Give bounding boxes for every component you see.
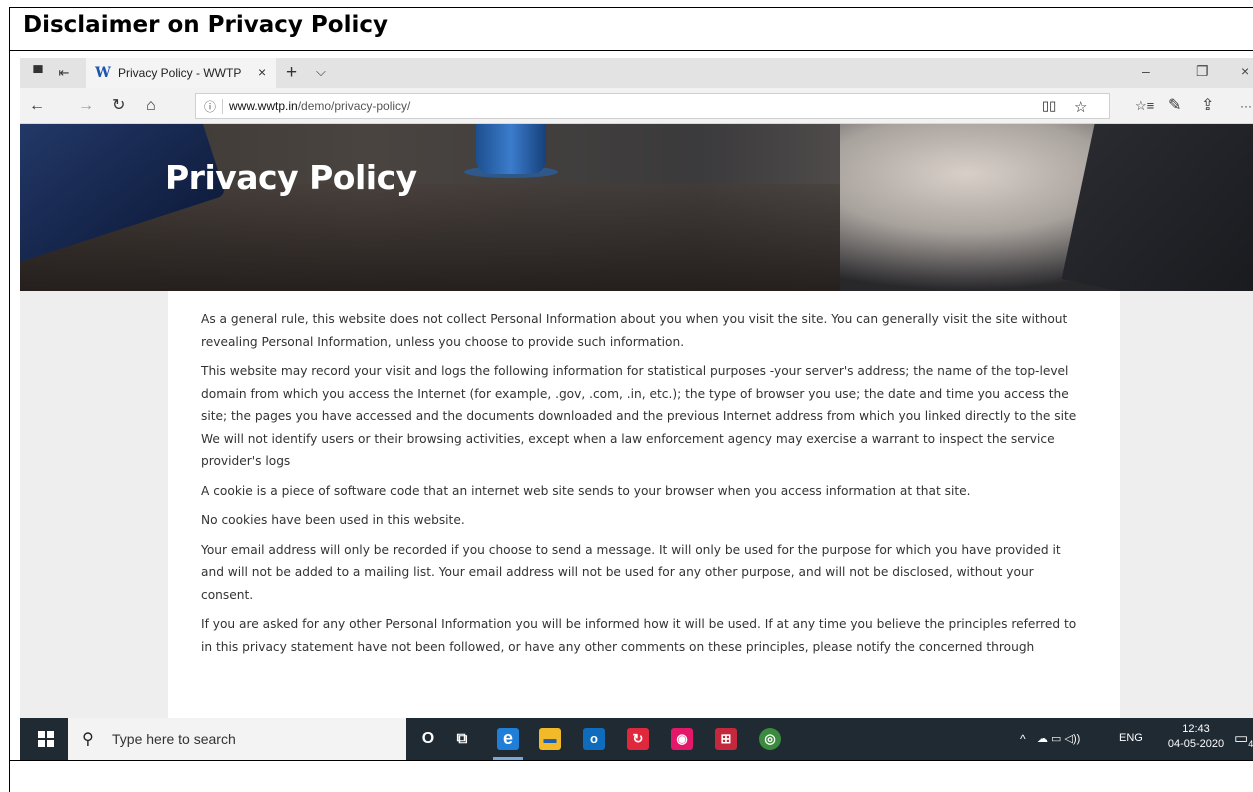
clock-time: 12:43 — [1182, 723, 1210, 735]
address-separator — [222, 99, 223, 114]
tab-title: Privacy Policy - WWTP — [118, 66, 242, 80]
favorite-star-icon[interactable]: ☆ — [1074, 98, 1087, 116]
close-window-button[interactable]: × — [1241, 63, 1249, 79]
file-explorer-icon[interactable]: ▬ — [539, 728, 561, 750]
edge-icon[interactable]: e — [497, 728, 519, 750]
wwtp-favicon-icon: W — [95, 65, 111, 81]
policy-paragraph: We will not identify users or their brow… — [201, 431, 1055, 469]
policy-content: As a general rule, this website does not… — [168, 291, 1120, 718]
tray-status-icons[interactable]: ☁ ▭ ◁)) — [1037, 732, 1080, 745]
reading-view-icon[interactable]: ▯▯ — [1042, 98, 1056, 114]
browser-tab[interactable]: W Privacy Policy - WWTP × — [86, 58, 276, 88]
site-info-icon[interactable]: ⓘ — [204, 98, 216, 115]
document-divider — [9, 50, 1253, 51]
hero-banner: Privacy Policy — [20, 124, 1253, 291]
notification-count: 4 — [1248, 739, 1253, 749]
red-app-icon[interactable]: ⊞ — [715, 728, 737, 750]
set-aside-tabs-icon[interactable]: ⇤ — [56, 65, 72, 81]
tab-menu-chevron-icon[interactable]: ⌵ — [316, 64, 326, 80]
policy-paragraph: This website may record your visit and l… — [201, 364, 1077, 423]
outlook-icon[interactable]: o — [583, 728, 605, 750]
search-icon: ⚲ — [82, 731, 94, 748]
forward-arrow-icon[interactable]: → — [78, 97, 94, 115]
tab-actions-icon[interactable]: ▀ — [30, 65, 46, 81]
browser-tab-bar: ▀ ⇤ W Privacy Policy - WWTP × + ⌵ – ❐ × — [20, 58, 1253, 88]
address-url[interactable]: www.wwtp.in/demo/privacy-policy/ — [229, 99, 410, 113]
tab-close-icon[interactable]: × — [258, 64, 266, 80]
page-title: Privacy Policy — [165, 158, 417, 197]
restore-button[interactable]: ❐ — [1196, 63, 1209, 80]
sync-app-icon[interactable]: ↻ — [627, 728, 649, 750]
refresh-icon[interactable]: ↻ — [112, 97, 125, 115]
taskbar-clock[interactable]: 12:43 04-05-2020 — [1160, 722, 1232, 752]
address-path: /demo/privacy-policy/ — [297, 99, 411, 113]
home-icon[interactable]: ⌂ — [146, 97, 156, 115]
document-heading: Disclaimer on Privacy Policy — [23, 12, 388, 38]
more-icon[interactable]: ··· — [1240, 97, 1252, 115]
address-bar[interactable]: ⓘ www.wwtp.in/demo/privacy-policy/ ▯▯ ☆ — [195, 93, 1110, 119]
pink-app-icon[interactable]: ◉ — [671, 728, 693, 750]
search-placeholder: Type here to search — [112, 731, 236, 747]
language-indicator[interactable]: ENG — [1119, 732, 1143, 744]
policy-paragraph: Your email address will only be recorded… — [201, 542, 1061, 602]
screenshot: ▀ ⇤ W Privacy Policy - WWTP × + ⌵ – ❐ × … — [20, 58, 1253, 760]
web-page: Privacy Policy As a general rule, this w… — [20, 124, 1253, 718]
chrome-icon[interactable]: ◎ — [759, 728, 781, 750]
policy-paragraph: As a general rule, this website does not… — [201, 312, 1068, 349]
document-divider-bottom — [9, 760, 1253, 761]
windows-start-icon[interactable] — [38, 731, 54, 747]
hero-bottle-image — [476, 124, 546, 174]
clock-date: 04-05-2020 — [1167, 738, 1225, 750]
address-domain: www.wwtp.in — [229, 99, 298, 113]
pen-icon[interactable]: ✎ — [1168, 97, 1181, 115]
browser-nav-bar: ← → ↻ ⌂ ⓘ www.wwtp.in/demo/privacy-polic… — [20, 88, 1253, 124]
share-icon[interactable]: ⇪ — [1201, 97, 1214, 115]
policy-paragraph: No cookies have been used in this websit… — [201, 513, 465, 527]
active-app-indicator — [493, 757, 523, 760]
windows-taskbar: ⚲ Type here to search O ⧉ e ▬ o ↻ ◉ ⊞ ◎ … — [20, 718, 1253, 760]
hero-sleeve-image — [1061, 124, 1253, 291]
policy-paragraph: A cookie is a piece of software code tha… — [201, 483, 971, 498]
notification-center-icon[interactable]: ▭4 — [1234, 729, 1253, 749]
task-view-icon[interactable]: ⧉ — [451, 728, 473, 750]
tray-chevron-icon[interactable]: ^ — [1020, 732, 1026, 746]
favorites-list-icon[interactable]: ☆≡ — [1135, 97, 1154, 115]
back-arrow-icon[interactable]: ← — [29, 97, 45, 115]
minimize-button[interactable]: – — [1142, 63, 1150, 79]
new-tab-button[interactable]: + — [286, 62, 297, 84]
policy-paragraph: If you are asked for any other Personal … — [201, 617, 1077, 654]
taskbar-search-box[interactable]: ⚲ Type here to search — [68, 718, 406, 760]
cortana-icon[interactable]: O — [417, 728, 439, 750]
